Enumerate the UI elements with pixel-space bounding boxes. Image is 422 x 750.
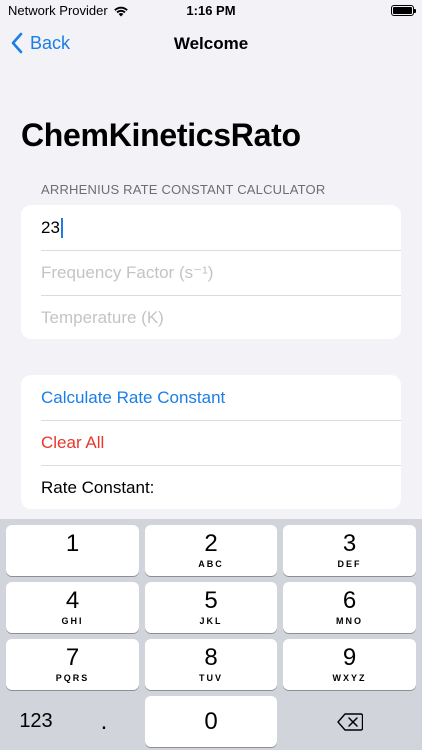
temperature-row[interactable] [21, 295, 401, 339]
activation-energy-row[interactable]: 23 [21, 205, 401, 250]
key-8[interactable]: 8 TUV [145, 639, 277, 690]
key-letters: JKL [199, 616, 223, 626]
delete-key[interactable] [283, 696, 416, 747]
calculate-button[interactable]: Calculate Rate Constant [21, 375, 401, 420]
temperature-input[interactable] [41, 307, 381, 328]
text-caret [60, 217, 63, 238]
key-2[interactable]: 2 ABC [145, 525, 277, 576]
key-digit: 5 [204, 587, 218, 614]
key-letters: PQRS [55, 673, 90, 683]
key-letters: WXYZ [332, 673, 367, 683]
page-title: ChemKineticsRato [21, 117, 301, 153]
key-3[interactable]: 3 DEF [283, 525, 416, 576]
key-5[interactable]: 5 JKL [145, 582, 277, 633]
frequency-factor-input[interactable] [41, 262, 381, 283]
status-bar: Network Provider 1:16 PM [0, 0, 422, 22]
input-form-card: 23 [21, 205, 401, 339]
rate-constant-result: Rate Constant: [21, 465, 401, 509]
key-4[interactable]: 4 GHI [6, 582, 139, 633]
key-6[interactable]: 6 MNO [283, 582, 416, 633]
actions-card: Calculate Rate Constant Clear All Rate C… [21, 375, 401, 509]
key-digit: 0 [204, 707, 218, 735]
backspace-icon [336, 712, 363, 731]
key-digit: 1 [65, 530, 80, 557]
key-letters: MNO [336, 616, 363, 626]
key-9[interactable]: 9 WXYZ [283, 639, 416, 690]
section-header: ARRHENIUS RATE CONSTANT CALCULATOR [41, 182, 326, 197]
key-letters: DEF [337, 559, 362, 569]
activation-energy-value: 23 [41, 217, 60, 237]
battery-icon [391, 5, 416, 16]
key-digit: 8 [204, 644, 218, 671]
clear-all-button[interactable]: Clear All [21, 420, 401, 465]
key-digit: 7 [65, 644, 80, 671]
key-digit: 4 [65, 587, 80, 614]
key-123-mode[interactable]: 123 [6, 696, 66, 747]
key-digit: 2 [204, 530, 218, 557]
key-letters: GHI [61, 616, 84, 626]
key-1[interactable]: 1 [6, 525, 139, 576]
key-digit: 3 [342, 530, 357, 557]
key-digit: 9 [342, 644, 357, 671]
key-letters: ABC [198, 559, 224, 569]
key-decimal[interactable]: . [74, 696, 134, 747]
key-0[interactable]: 0 [145, 696, 277, 747]
activation-energy-input[interactable]: 23 [41, 217, 63, 238]
key-7[interactable]: 7 PQRS [6, 639, 139, 690]
numeric-keypad: 1 2 ABC 3 DEF 4 GHI 5 JKL 6 MNO 7 PQRS 8… [0, 519, 422, 750]
nav-title: Welcome [173, 34, 249, 53]
navigation-bar: Back Welcome [0, 22, 422, 66]
key-digit: 6 [342, 587, 357, 614]
frequency-factor-row[interactable] [21, 250, 401, 295]
status-time: 1:16 PM [186, 3, 236, 18]
key-letters: TUV [199, 673, 223, 683]
